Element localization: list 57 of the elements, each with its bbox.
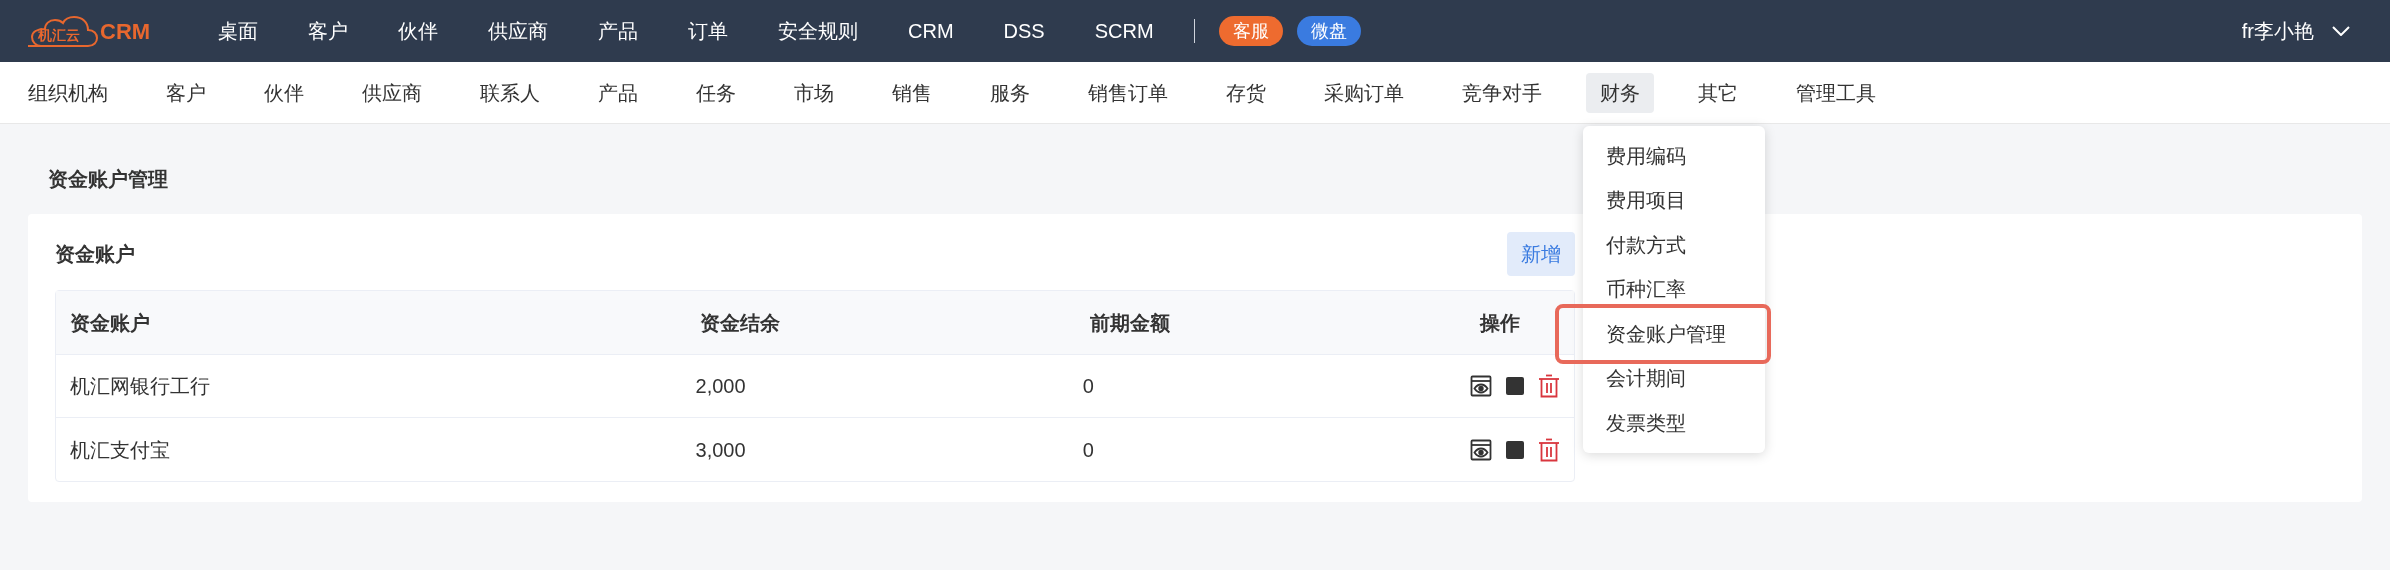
sub-nav-item[interactable]: 服务 bbox=[976, 72, 1044, 113]
top-nav-item[interactable]: DSS bbox=[1003, 16, 1045, 46]
sub-nav-item[interactable]: 任务 bbox=[682, 72, 750, 113]
page-title: 资金账户管理 bbox=[48, 167, 168, 192]
dropdown-item[interactable]: 费用项目 bbox=[1606, 185, 1686, 216]
table-cell: 机汇网银行工行 bbox=[70, 375, 210, 397]
card-title: 资金账户 bbox=[55, 242, 135, 267]
user-name[interactable]: fr李小艳 bbox=[2241, 16, 2314, 46]
sub-nav-item[interactable]: 财务 bbox=[1586, 72, 1654, 113]
top-nav-item[interactable]: 订单 bbox=[688, 16, 728, 46]
table-cell: 0 bbox=[1082, 375, 1094, 397]
sub-nav-item[interactable]: 销售订单 bbox=[1074, 72, 1182, 113]
dropdown-item[interactable]: 发票类型 bbox=[1606, 407, 1686, 438]
square-icon[interactable] bbox=[1506, 440, 1524, 459]
sub-nav-item[interactable]: 销售 bbox=[878, 72, 946, 113]
dropdown-item[interactable]: 费用编码 bbox=[1606, 140, 1686, 171]
sub-nav-item[interactable]: 采购订单 bbox=[1310, 72, 1418, 113]
sub-nav-item[interactable]: 供应商 bbox=[348, 72, 436, 113]
sub-nav-item[interactable]: 产品 bbox=[584, 72, 652, 113]
top-nav-item[interactable]: CRM bbox=[908, 16, 954, 46]
trash-icon[interactable] bbox=[1538, 374, 1560, 398]
sub-nav-item[interactable]: 伙伴 bbox=[250, 72, 318, 113]
badge[interactable]: 微盘 bbox=[1296, 16, 1361, 46]
eye-window-icon[interactable] bbox=[1470, 438, 1492, 461]
column-header: 前期金额 bbox=[1090, 311, 1170, 334]
table-cell: 0 bbox=[1082, 438, 1094, 461]
table-cell: 3,000 bbox=[695, 438, 746, 461]
dropdown-item[interactable]: 币种汇率 bbox=[1606, 274, 1686, 305]
top-nav-item[interactable]: 伙伴 bbox=[398, 16, 438, 46]
sub-nav-item[interactable]: 管理工具 bbox=[1782, 72, 1890, 113]
top-nav-item[interactable]: 安全规则 bbox=[778, 16, 858, 46]
add-button[interactable]: 新增 bbox=[1507, 232, 1575, 276]
dropdown-item[interactable]: 会计期间 bbox=[1606, 363, 1686, 394]
top-nav-item[interactable]: SCRM bbox=[1094, 16, 1154, 46]
column-header: 操作 bbox=[1480, 311, 1520, 334]
sub-nav-item[interactable]: 竞争对手 bbox=[1448, 72, 1556, 113]
column-header: 资金结余 bbox=[700, 311, 780, 334]
sub-nav-item[interactable]: 存货 bbox=[1212, 72, 1280, 113]
chevron-down-icon[interactable] bbox=[2332, 26, 2350, 36]
table-cell: 机汇支付宝 bbox=[70, 438, 170, 461]
eye-window-icon[interactable] bbox=[1470, 375, 1492, 397]
top-nav-item[interactable]: 桌面 bbox=[218, 16, 258, 46]
sub-nav-item[interactable]: 市场 bbox=[780, 72, 848, 113]
dropdown-item[interactable]: 资金账户管理 bbox=[1606, 318, 1726, 349]
top-nav-item[interactable]: 产品 bbox=[598, 16, 638, 46]
top-nav-item[interactable]: 供应商 bbox=[488, 16, 548, 46]
logo-text: CRM bbox=[100, 17, 151, 46]
logo-cloud-text: 机汇云 bbox=[38, 25, 80, 45]
dropdown-item[interactable]: 付款方式 bbox=[1606, 229, 1686, 260]
table-cell: 2,000 bbox=[695, 375, 746, 397]
sub-nav-item[interactable]: 组织机构 bbox=[14, 72, 122, 113]
sub-nav-item[interactable]: 联系人 bbox=[466, 72, 554, 113]
top-nav-item[interactable]: 客户 bbox=[308, 16, 348, 46]
sub-nav-item[interactable]: 其它 bbox=[1684, 72, 1752, 113]
trash-icon[interactable] bbox=[1538, 437, 1560, 462]
column-header: 资金账户 bbox=[70, 311, 150, 334]
sub-nav-item[interactable]: 客户 bbox=[152, 72, 220, 113]
